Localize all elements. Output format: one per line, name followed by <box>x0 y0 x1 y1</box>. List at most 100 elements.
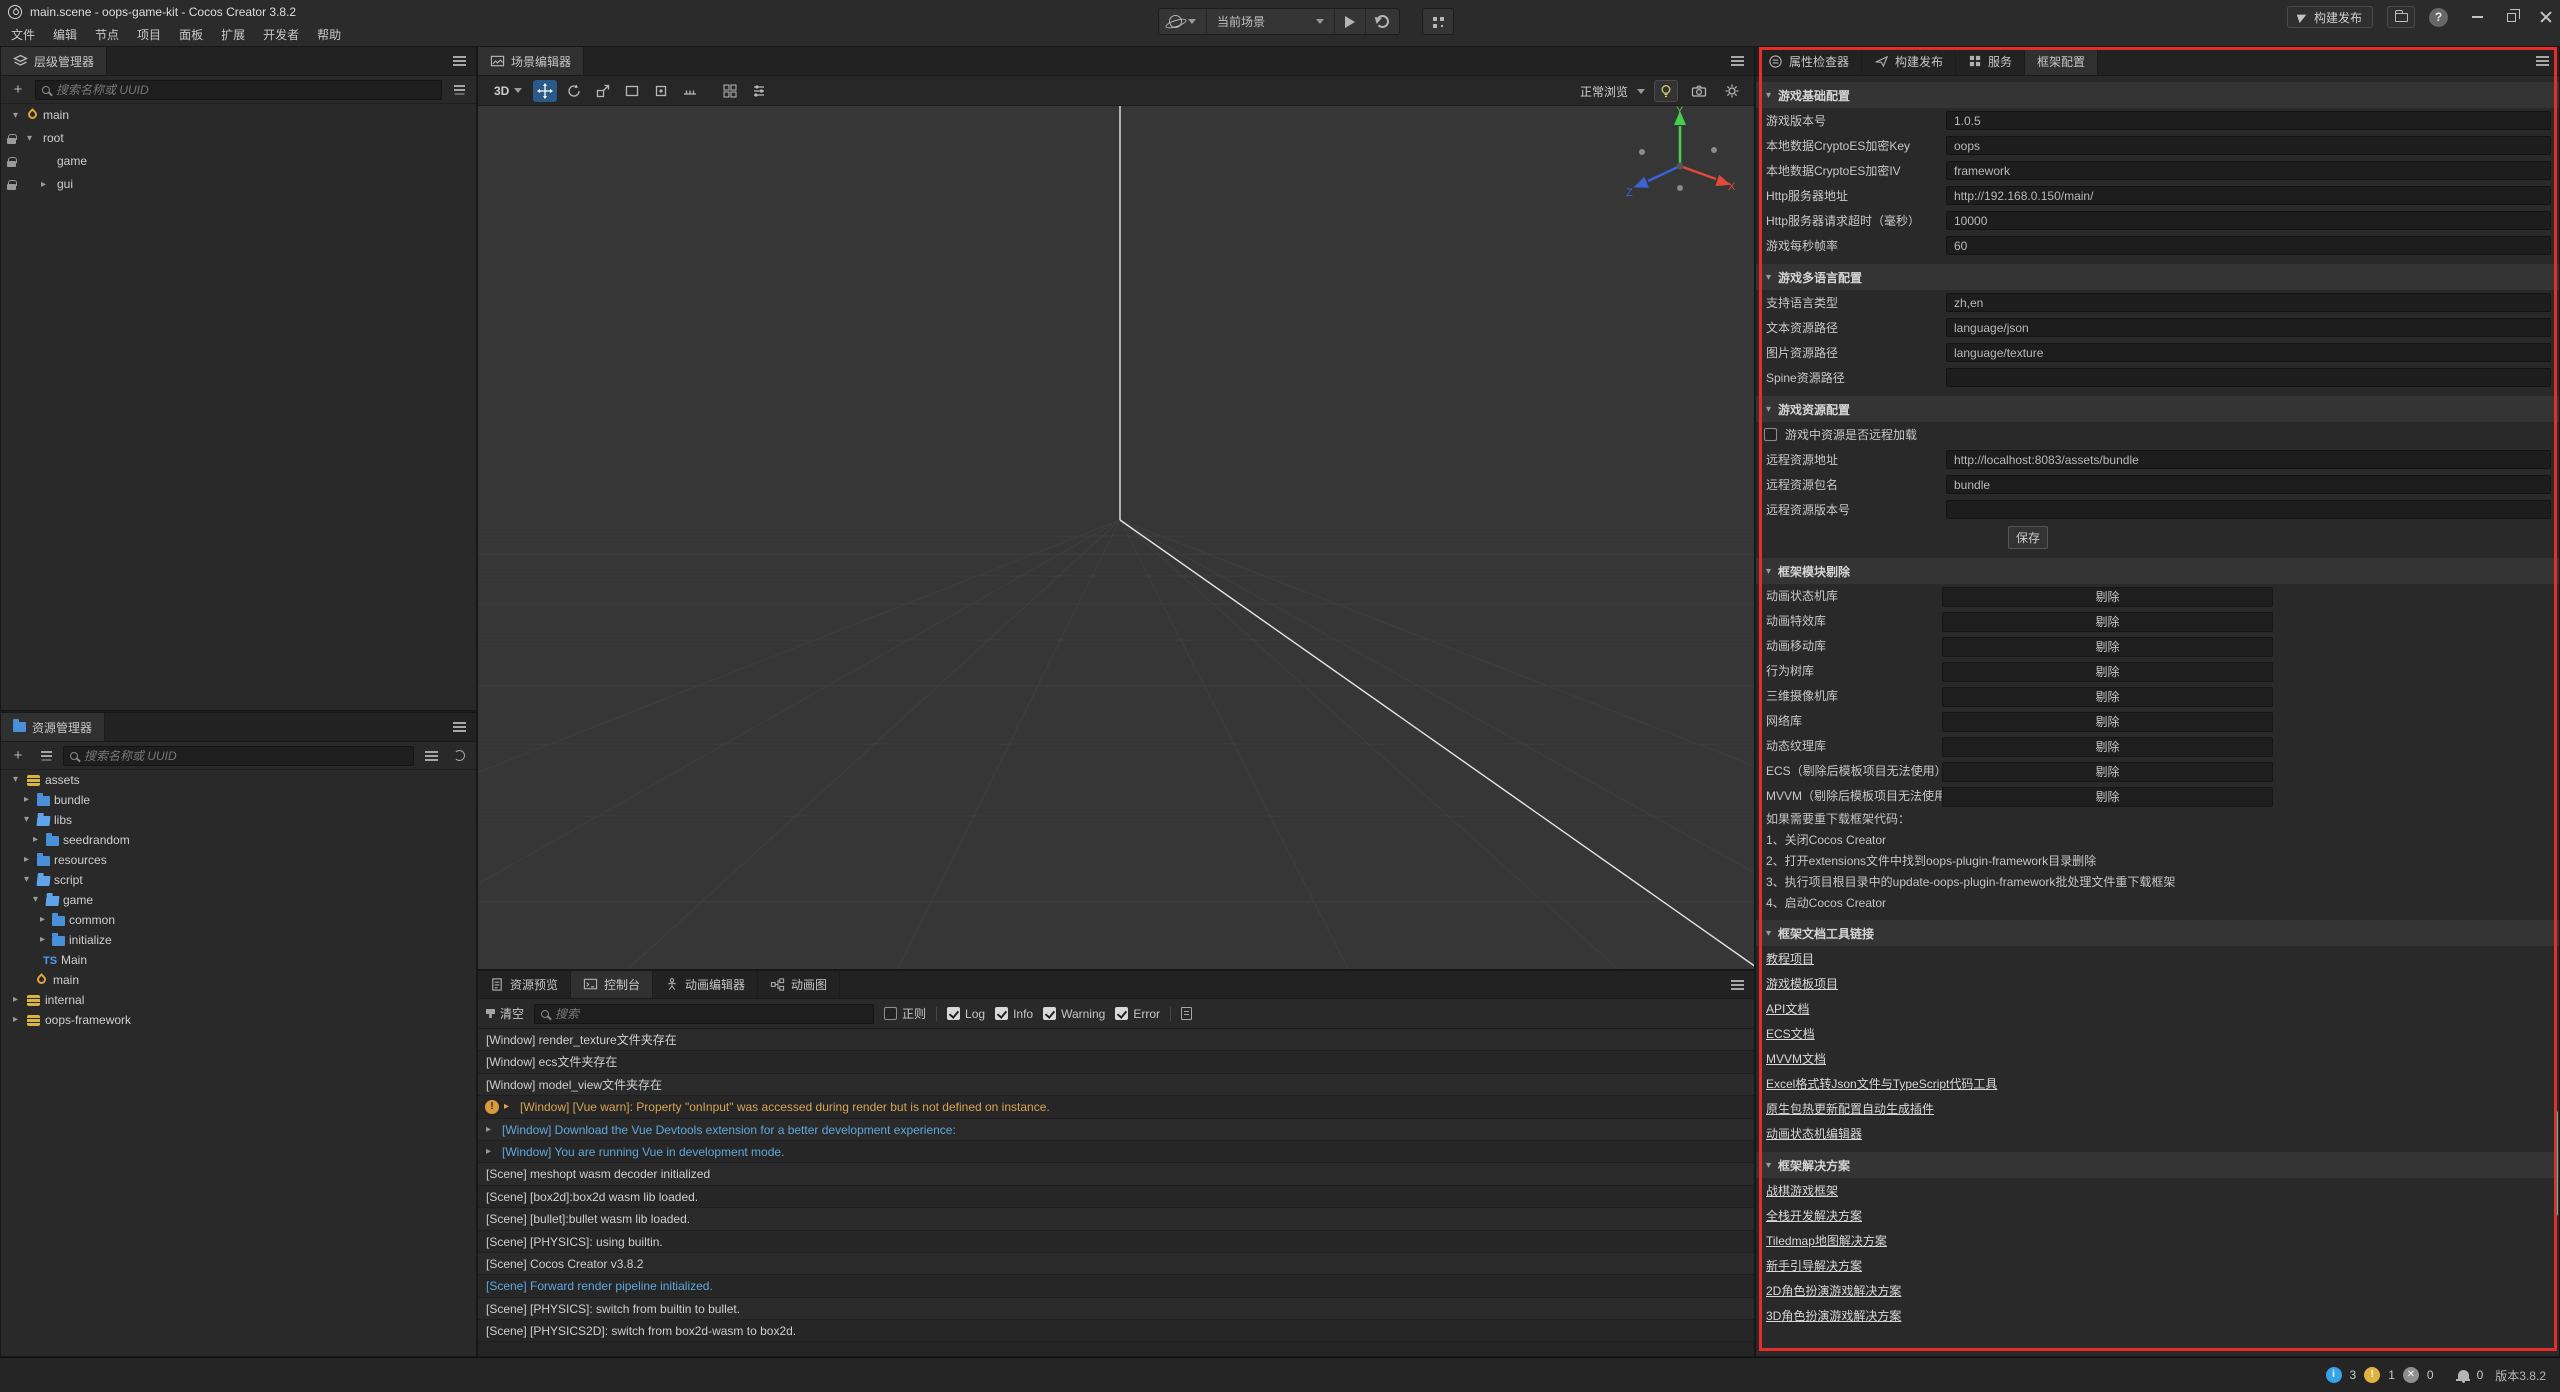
hierarchy-search[interactable] <box>35 80 442 100</box>
log-row[interactable]: [Scene] [bullet]:bullet wasm lib loaded. <box>478 1208 1754 1230</box>
log-row[interactable]: [Scene] [PHYSICS]: using builtin. <box>478 1231 1754 1253</box>
panel-menu-icon[interactable] <box>1731 984 1744 986</box>
hierarchy-filter-button[interactable] <box>448 80 470 100</box>
log-row[interactable]: [Window] render_texture文件夹存在 <box>478 1029 1754 1051</box>
lock-icon[interactable] <box>7 161 16 167</box>
axis-gizmo[interactable]: Y X Z <box>1618 106 1742 226</box>
remote-bundle-input[interactable] <box>1946 475 2551 494</box>
create-node-button[interactable] <box>7 80 29 100</box>
remove-button[interactable]: 剔除 <box>1942 637 2273 657</box>
hierarchy-search-input[interactable] <box>56 83 435 97</box>
preview-platform-dropdown[interactable] <box>1159 9 1207 34</box>
scene-viewport[interactable]: Y X Z <box>478 106 1754 969</box>
remove-button[interactable]: 剔除 <box>1942 737 2273 757</box>
lock-icon[interactable] <box>7 138 16 144</box>
solution-link[interactable]: Tiledmap地图解决方案 <box>1766 1232 1887 1249</box>
log-row[interactable]: [Scene] [box2d]:box2d wasm lib loaded. <box>478 1186 1754 1208</box>
crypto-key-input[interactable] <box>1946 136 2551 155</box>
section-doc-links[interactable]: 框架文档工具链接 <box>1756 920 2559 946</box>
open-project-folder-button[interactable] <box>2387 6 2415 28</box>
remove-button[interactable]: 剔除 <box>1942 762 2273 782</box>
tab-animation-graph[interactable]: 动画图 <box>758 971 840 998</box>
asset-node-game[interactable]: game <box>1 890 476 910</box>
play-button[interactable] <box>1335 9 1366 34</box>
texture-path-input[interactable] <box>1946 343 2551 362</box>
chevron-down-icon[interactable] <box>24 810 29 830</box>
scene-settings-button[interactable] <box>747 80 771 102</box>
expand-chevron-icon[interactable] <box>486 1141 491 1163</box>
tab-framework-config[interactable]: 框架配置 <box>2025 47 2098 75</box>
remove-button[interactable]: 剔除 <box>1942 612 2273 632</box>
filter-error-checkbox[interactable]: Error <box>1115 1007 1160 1021</box>
asset-node-bundle[interactable]: bundle <box>1 790 476 810</box>
asset-node-libs[interactable]: libs <box>1 810 476 830</box>
chevron-right-icon[interactable] <box>24 790 29 810</box>
fps-input[interactable] <box>1946 236 2551 255</box>
section-language-config[interactable]: 游戏多语言配置 <box>1756 264 2559 290</box>
remote-load-checkbox[interactable]: 游戏中资源是否远程加载 <box>1756 422 2559 447</box>
create-asset-button[interactable] <box>7 746 29 766</box>
log-row[interactable]: [Scene] Cocos Creator v3.8.2 <box>478 1253 1754 1275</box>
gizmo-space-button[interactable] <box>678 80 702 102</box>
rect-tool-button[interactable] <box>620 80 644 102</box>
minimize-button[interactable] <box>2472 16 2483 18</box>
asset-node-main-ts[interactable]: Main <box>1 950 476 970</box>
panel-menu-icon[interactable] <box>1731 60 1744 62</box>
tab-asset-preview[interactable]: 资源预览 <box>478 971 571 998</box>
remove-button[interactable]: 剔除 <box>1942 662 2273 682</box>
log-row-warning[interactable]: ![Window] [Vue warn]: Property "onInput"… <box>478 1096 1754 1118</box>
chevron-right-icon[interactable] <box>40 910 45 930</box>
tree-node-main[interactable]: main <box>1 104 476 127</box>
chevron-right-icon[interactable] <box>24 850 29 870</box>
chevron-down-icon[interactable] <box>13 770 18 790</box>
asset-node-common[interactable]: common <box>1 910 476 930</box>
tab-animation-editor[interactable]: 动画编辑器 <box>653 971 758 998</box>
menu-extension[interactable]: 扩展 <box>212 24 254 46</box>
doc-link[interactable]: 游戏模板项目 <box>1766 975 1838 992</box>
doc-link[interactable]: 教程项目 <box>1766 950 1814 967</box>
close-button[interactable] <box>2540 11 2552 23</box>
asset-node-oops-framework[interactable]: oops-framework <box>1 1010 476 1030</box>
menu-panel[interactable]: 面板 <box>170 24 212 46</box>
chevron-down-icon[interactable] <box>27 127 32 150</box>
regex-checkbox[interactable]: 正则 <box>884 1005 926 1022</box>
camera-settings-button[interactable] <box>1687 80 1711 102</box>
menu-project[interactable]: 项目 <box>128 24 170 46</box>
log-row-info[interactable]: [Scene] Forward render pipeline initiali… <box>478 1275 1754 1297</box>
remove-button[interactable]: 剔除 <box>1942 787 2273 807</box>
restart-button[interactable] <box>1366 9 1399 34</box>
log-row-info[interactable]: [Window] Download the Vue Devtools exten… <box>478 1119 1754 1141</box>
mode-3d-toggle[interactable]: 3D <box>488 84 528 98</box>
menu-developer[interactable]: 开发者 <box>254 24 308 46</box>
panel-menu-icon[interactable] <box>453 726 466 728</box>
doc-link[interactable]: API文档 <box>1766 1000 1809 1017</box>
tab-service[interactable]: 服务 <box>1956 47 2025 75</box>
preview-qr-button[interactable] <box>1422 8 1454 35</box>
expand-chevron-icon[interactable] <box>486 1119 491 1141</box>
chevron-down-icon[interactable] <box>13 104 18 127</box>
restore-button[interactable] <box>2507 13 2516 22</box>
crypto-iv-input[interactable] <box>1946 161 2551 180</box>
tree-node-game[interactable]: game <box>1 150 476 173</box>
chevron-right-icon[interactable] <box>13 990 18 1010</box>
asset-node-script[interactable]: script <box>1 870 476 890</box>
remove-button[interactable]: 剔除 <box>1942 687 2273 707</box>
chevron-down-icon[interactable] <box>33 890 38 910</box>
clear-console-button[interactable]: 清空 <box>486 1005 524 1022</box>
tab-hierarchy[interactable]: 层级管理器 <box>1 47 107 75</box>
chevron-down-icon[interactable] <box>24 870 29 890</box>
inspector-scrollbar[interactable] <box>2554 1111 2558 1216</box>
lighting-toggle-button[interactable] <box>1654 80 1678 102</box>
tree-node-root[interactable]: root <box>1 127 476 150</box>
solution-link[interactable]: 2D角色扮演游戏解决方案 <box>1766 1282 1901 1299</box>
doc-link[interactable]: ECS文档 <box>1766 1025 1815 1042</box>
chevron-right-icon[interactable] <box>13 1010 18 1030</box>
remote-url-input[interactable] <box>1946 450 2551 469</box>
filter-info-checkbox[interactable]: Info <box>995 1007 1033 1021</box>
asset-node-initialize[interactable]: initialize <box>1 930 476 950</box>
log-row[interactable]: [Window] ecs文件夹存在 <box>478 1051 1754 1073</box>
help-button[interactable]: ? <box>2429 8 2448 27</box>
doc-link[interactable]: Excel格式转Json文件与TypeScript代码工具 <box>1766 1075 1997 1092</box>
asset-node-seedrandom[interactable]: seedrandom <box>1 830 476 850</box>
snap-settings-button[interactable] <box>718 80 742 102</box>
